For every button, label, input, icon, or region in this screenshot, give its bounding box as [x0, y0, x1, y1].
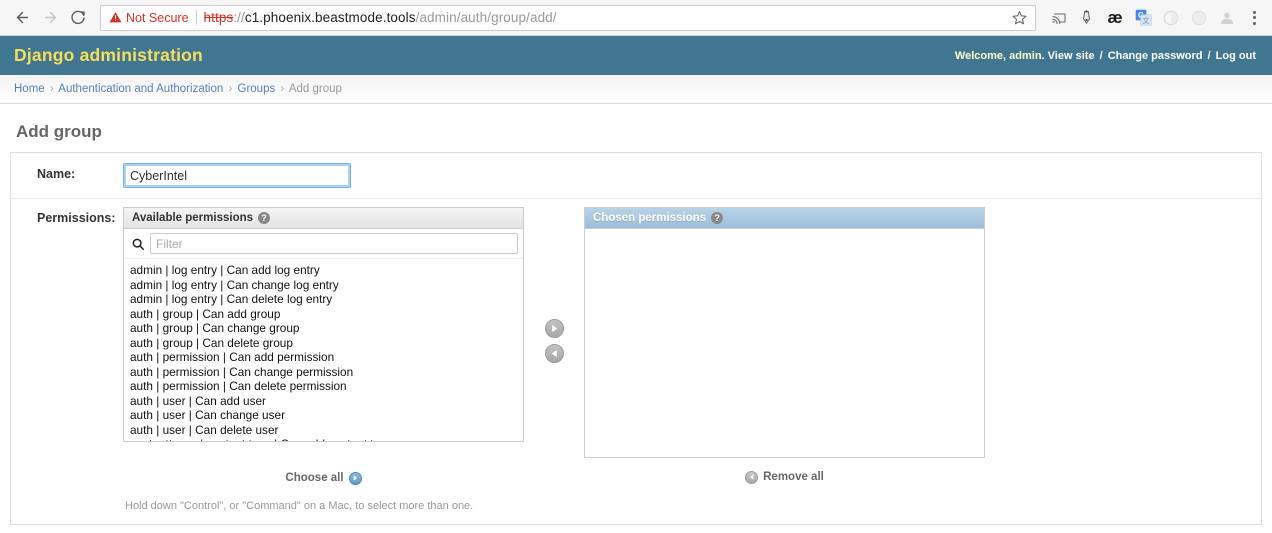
arrow-right-icon[interactable] [544, 319, 564, 338]
back-arrow-icon[interactable] [8, 4, 36, 32]
breadcrumb-item-groups[interactable]: Groups [238, 83, 276, 95]
chosen-permissions-title: Chosen permissions ? [585, 208, 984, 229]
reload-icon[interactable] [64, 4, 92, 32]
svg-text:文: 文 [1142, 16, 1149, 25]
circle-icon[interactable] [1186, 5, 1212, 31]
url-host: c1.phoenix.beastmode.tools [244, 10, 416, 25]
omnibox-divider [195, 10, 197, 25]
profile-avatar-icon[interactable] [1214, 5, 1240, 31]
breadcrumb-separator: › [49, 83, 54, 95]
remove-all-label: Remove all [763, 471, 824, 483]
chosen-permissions-panel: Chosen permissions ? [584, 207, 985, 458]
breadcrumb-separator: › [228, 83, 233, 95]
permission-option[interactable]: contenttypes | content type | Can add co… [124, 437, 523, 441]
address-bar[interactable]: Not Secure https://c1.phoenix.beastmode.… [100, 4, 1036, 31]
name-input[interactable] [123, 163, 351, 188]
choose-all-label: Choose all [285, 472, 344, 484]
selector-footer: Choose all Remove all [123, 462, 1249, 486]
breadcrumb-item-home[interactable]: Home [14, 83, 45, 95]
user-tools-divider: / [1207, 49, 1211, 62]
site-title: Django administration [14, 45, 203, 65]
username-label: admin. [1009, 49, 1045, 62]
available-permissions-panel: Available permissions ? admin | log entr… [123, 207, 524, 442]
form-row-name: Name: [11, 153, 1261, 199]
arrow-left-icon[interactable] [544, 344, 564, 363]
highlighter-pen-icon[interactable] [1074, 5, 1100, 31]
help-icon[interactable]: ? [711, 212, 724, 224]
permission-option[interactable]: auth | group | Can delete group [124, 336, 523, 351]
url-path: /admin/auth/group/add/ [415, 10, 557, 25]
selector-help-text: Hold down "Control", or "Command" on a M… [125, 500, 474, 512]
aesc-ligature-icon[interactable]: æ [1102, 5, 1128, 31]
breadcrumb: Home › Authentication and Authorization … [0, 75, 1272, 104]
available-title-label: Available permissions [132, 212, 254, 224]
remove-all-button[interactable]: Remove all [745, 470, 824, 484]
bookmark-star-icon[interactable] [1007, 6, 1031, 30]
url-scheme: https [203, 10, 234, 25]
view-site-link[interactable]: View site [1048, 50, 1095, 62]
permissions-selector: Available permissions ? admin | log entr… [123, 207, 1249, 458]
filter-input[interactable] [150, 233, 518, 254]
remove-all-container: Remove all [584, 462, 985, 486]
not-secure-label: Not Secure [126, 10, 189, 25]
permission-option[interactable]: auth | user | Can add user [124, 394, 523, 409]
name-label: Name: [37, 167, 76, 181]
permission-option[interactable]: auth | permission | Can add permission [124, 350, 523, 365]
welcome-text: Welcome, [954, 49, 1007, 62]
google-translate-icon[interactable]: G文 [1130, 5, 1156, 31]
chosen-permissions-list[interactable] [585, 229, 984, 457]
url-scheme-suffix: :// [233, 10, 245, 25]
forward-arrow-icon[interactable] [36, 4, 64, 32]
permission-option[interactable]: auth | permission | Can change permissio… [124, 365, 523, 380]
breadcrumb-item-auth[interactable]: Authentication and Authorization [58, 83, 223, 95]
chosen-title-label: Chosen permissions [593, 212, 707, 224]
permission-option[interactable]: auth | group | Can add group [124, 307, 523, 322]
permission-option[interactable]: admin | log entry | Can change log entry [124, 278, 523, 293]
help-icon[interactable]: ? [258, 212, 271, 224]
not-secure-indicator[interactable]: Not Secure [109, 11, 189, 25]
change-password-link[interactable]: Change password [1108, 50, 1203, 62]
search-icon [132, 238, 145, 250]
choose-all-button[interactable]: Choose all [285, 471, 362, 485]
permission-option[interactable]: auth | group | Can change group [124, 321, 523, 336]
menu-dot [1252, 21, 1256, 25]
extension-icons: æ G文 [1042, 5, 1264, 31]
choose-all-arrow-icon [348, 471, 362, 485]
django-header: Django administration Welcome, admin. Vi… [0, 36, 1272, 75]
main-content: Add group Name: Permissions: Available p… [0, 104, 1272, 533]
available-box: Available permissions ? admin | log entr… [123, 207, 524, 442]
permission-option[interactable]: admin | log entry | Can delete log entry [124, 292, 523, 307]
selector-chooser [524, 207, 584, 363]
permission-option[interactable]: auth | permission | Can delete permissio… [124, 379, 523, 394]
user-tools: Welcome, admin. View site / Change passw… [955, 50, 1256, 62]
three-dot-menu-icon[interactable] [1244, 5, 1264, 31]
available-permissions-title: Available permissions ? [124, 208, 523, 229]
cast-icon[interactable] [1046, 5, 1072, 31]
log-out-link[interactable]: Log out [1216, 50, 1256, 62]
permission-option[interactable]: auth | user | Can delete user [124, 423, 523, 438]
menu-dot [1252, 16, 1256, 19]
user-tools-divider: / [1099, 49, 1103, 62]
breadcrumb-separator: › [280, 83, 285, 95]
form-row-permissions: Permissions: Available permissions ? Fil… [11, 199, 1261, 524]
chosen-box: Chosen permissions ? [584, 207, 985, 458]
choose-all-container: Choose all [123, 462, 524, 486]
warning-triangle-icon [109, 12, 122, 23]
permission-option[interactable]: auth | user | Can change user [124, 408, 523, 423]
permissions-label: Permissions: [37, 211, 116, 225]
browser-toolbar: Not Secure https://c1.phoenix.beastmode.… [0, 0, 1272, 36]
page-title: Add group [16, 122, 102, 141]
available-permissions-list[interactable]: admin | log entry | Can add log entry adm… [124, 259, 523, 441]
breadcrumb-item-current: Add group [288, 83, 342, 95]
remove-all-arrow-icon [745, 470, 759, 484]
menu-dot [1252, 10, 1256, 14]
group-form-module: Name: Permissions: Available permissions… [10, 152, 1262, 525]
filter-container [124, 229, 523, 259]
url-text: https://c1.phoenix.beastmode.tools/admin… [204, 10, 1007, 25]
partial-circle-icon[interactable] [1158, 5, 1184, 31]
permission-option[interactable]: admin | log entry | Can add log entry [124, 263, 523, 278]
